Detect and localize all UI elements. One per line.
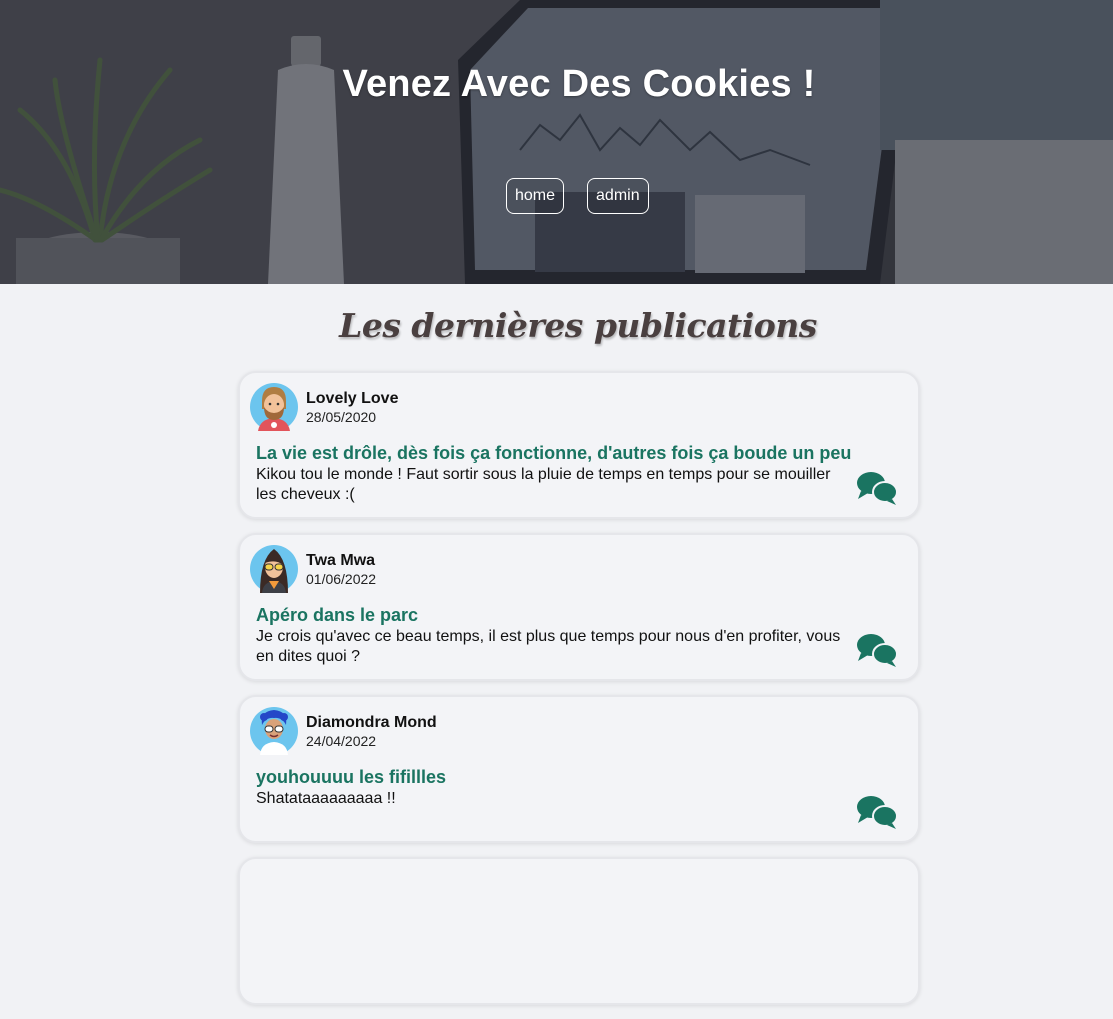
blue-hair-avatar-icon <box>250 707 298 755</box>
posts-list: Lovely Love 28/05/2020 La vie est drôle,… <box>238 371 920 1019</box>
post-title[interactable]: La vie est drôle, dès fois ça fonctionne… <box>256 443 851 464</box>
post-date: 24/04/2022 <box>306 733 377 749</box>
post-author: Twa Mwa <box>306 552 376 569</box>
post-date: 01/06/2022 <box>306 571 377 587</box>
nav-admin-button[interactable]: admin <box>587 178 649 214</box>
post-body: Je crois qu'avec ce beau temps, il est p… <box>256 628 841 665</box>
section-title: Les dernières publications <box>339 306 817 345</box>
post-card <box>238 857 920 1005</box>
bearded-man-avatar-icon <box>250 383 298 431</box>
post-title[interactable]: youhouuuu les fifillles <box>256 767 446 788</box>
woman-sunglasses-avatar-icon <box>250 545 298 593</box>
post-card: Lovely Love 28/05/2020 La vie est drôle,… <box>238 371 920 519</box>
post-title[interactable]: Apéro dans le parc <box>256 605 418 626</box>
comments-icon[interactable] <box>856 471 898 505</box>
post-author: Lovely Love <box>306 390 399 407</box>
comments-icon[interactable] <box>856 633 898 667</box>
comments-icon[interactable] <box>856 795 898 829</box>
post-body: Kikou tou le monde ! Faut sortir sous la… <box>256 466 831 503</box>
post-card: Twa Mwa 01/06/2022 Apéro dans le parc Je… <box>238 533 920 681</box>
post-body: Shatataaaaaaaaa !! <box>256 790 396 807</box>
hero-background-image <box>0 0 1113 284</box>
post-card: Diamondra Mond 24/04/2022 youhouuuu les … <box>238 695 920 843</box>
post-author: Diamondra Mond <box>306 714 437 731</box>
nav-home-button[interactable]: home <box>506 178 565 214</box>
post-date: 28/05/2020 <box>306 409 377 425</box>
site-title: Venez Avec Des Cookies ! <box>342 63 816 105</box>
main-nav: home admin <box>506 178 649 214</box>
hero-header: Venez Avec Des Cookies ! home admin <box>0 0 1113 284</box>
